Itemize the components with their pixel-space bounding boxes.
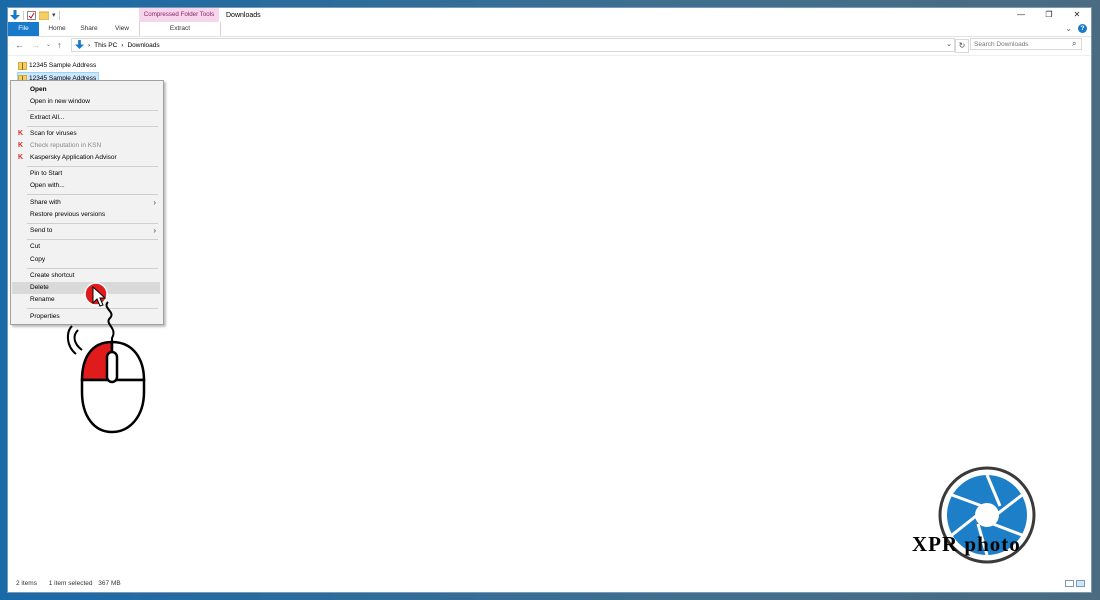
menu-separator bbox=[27, 126, 158, 127]
menu-item-open[interactable]: Open bbox=[12, 84, 160, 96]
new-folder-icon[interactable] bbox=[39, 11, 49, 20]
status-bar: 2 items 1 item selected 367 MB bbox=[16, 578, 131, 590]
properties-icon[interactable] bbox=[27, 10, 36, 20]
menu-separator bbox=[27, 110, 158, 111]
tab-extract[interactable]: Extract bbox=[139, 22, 221, 36]
menu-item-label: Scan for viruses bbox=[30, 130, 77, 137]
down-arrow-icon[interactable] bbox=[10, 9, 20, 21]
downloads-location-icon bbox=[75, 40, 84, 50]
expand-ribbon-icon[interactable]: ⌄ bbox=[1065, 24, 1072, 33]
quick-access-toolbar: ▾ bbox=[10, 9, 63, 21]
tab-view[interactable]: View bbox=[109, 22, 135, 36]
divider bbox=[8, 55, 1091, 56]
menu-item-label: Share with bbox=[30, 199, 61, 206]
zip-folder-icon bbox=[18, 61, 27, 70]
menu-separator bbox=[27, 194, 158, 195]
recent-locations-icon[interactable]: ⌄ bbox=[46, 39, 51, 51]
list-item[interactable]: 12345 Sample Address bbox=[18, 60, 98, 71]
menu-item-label: Kaspersky Application Advisor bbox=[30, 154, 117, 161]
menu-item-share-with[interactable]: Share with › bbox=[12, 197, 160, 209]
menu-item-open-new-window[interactable]: Open in new window bbox=[12, 96, 160, 108]
kaspersky-icon: K bbox=[18, 154, 24, 161]
logo-text: XPR photo bbox=[912, 532, 1021, 556]
minimize-button[interactable]: — bbox=[1007, 8, 1035, 22]
menu-item-check-reputation: K Check reputation in KSN bbox=[12, 140, 160, 152]
tab-file[interactable]: File bbox=[8, 22, 39, 36]
menu-item-kaspersky-advisor[interactable]: K Kaspersky Application Advisor bbox=[12, 152, 160, 164]
restore-button[interactable]: ❐ bbox=[1035, 8, 1063, 22]
menu-separator bbox=[27, 223, 158, 224]
navigation-bar: ← → ⌄ ↑ › This PC › Downloads ⌄ ↻ ⌕ bbox=[8, 37, 1091, 53]
forward-arrow-icon[interactable]: → bbox=[31, 39, 40, 51]
menu-item-scan-viruses[interactable]: K Scan for viruses bbox=[12, 128, 160, 140]
menu-item-restore-versions[interactable]: Restore previous versions bbox=[12, 209, 160, 221]
menu-item-create-shortcut[interactable]: Create shortcut bbox=[12, 270, 160, 282]
details-view-icon[interactable] bbox=[1065, 580, 1074, 587]
breadcrumb-downloads[interactable]: Downloads bbox=[127, 42, 159, 49]
close-button[interactable]: ✕ bbox=[1063, 8, 1091, 22]
window-title: Downloads bbox=[226, 12, 261, 19]
customize-dropdown-icon[interactable]: ▾ bbox=[52, 11, 56, 19]
tab-home[interactable]: Home bbox=[44, 22, 70, 36]
large-icons-view-icon[interactable] bbox=[1076, 580, 1085, 587]
xpr-photo-logo: XPR photo bbox=[908, 466, 1068, 566]
submenu-arrow-icon: › bbox=[153, 198, 156, 207]
title-bar: ▾ Compressed Folder Tools Downloads — ❐ … bbox=[8, 8, 1091, 22]
search-input[interactable] bbox=[970, 38, 1082, 50]
menu-item-label: Check reputation in KSN bbox=[30, 142, 102, 149]
tab-share[interactable]: Share bbox=[76, 22, 102, 36]
address-bar[interactable]: › This PC › Downloads ⌄ bbox=[71, 38, 955, 52]
menu-item-copy[interactable]: Copy bbox=[12, 254, 160, 266]
file-name: 12345 Sample Address bbox=[29, 62, 97, 69]
menu-item-pin-to-start[interactable]: Pin to Start bbox=[12, 168, 160, 180]
menu-item-send-to[interactable]: Send to › bbox=[12, 225, 160, 237]
selection-size: 367 MB bbox=[98, 580, 121, 587]
item-count: 2 items bbox=[16, 580, 37, 587]
submenu-arrow-icon: › bbox=[153, 226, 156, 235]
menu-item-label: Send to bbox=[30, 227, 53, 234]
search-icon[interactable]: ⌕ bbox=[1072, 39, 1076, 49]
help-icon[interactable]: ? bbox=[1078, 24, 1087, 33]
contextual-tab-group-label: Compressed Folder Tools bbox=[139, 8, 219, 22]
menu-item-open-with[interactable]: Open with... bbox=[12, 180, 160, 192]
refresh-icon[interactable]: ↻ bbox=[955, 39, 969, 53]
menu-separator bbox=[27, 268, 158, 269]
menu-separator bbox=[27, 239, 158, 240]
breadcrumb-this-pc[interactable]: This PC bbox=[94, 42, 117, 49]
back-arrow-icon[interactable]: ← bbox=[15, 39, 24, 51]
kaspersky-icon: K bbox=[18, 142, 24, 149]
address-dropdown-icon[interactable]: ⌄ bbox=[946, 39, 952, 51]
up-arrow-icon[interactable]: ↑ bbox=[57, 39, 62, 51]
menu-item-cut[interactable]: Cut bbox=[12, 241, 160, 253]
breadcrumb-separator-icon: › bbox=[88, 41, 91, 49]
kaspersky-icon: K bbox=[18, 130, 24, 137]
menu-separator bbox=[27, 166, 158, 167]
ribbon: File Home Share View Extract ⌄ ? bbox=[8, 22, 1091, 37]
selection-info: 1 item selected bbox=[48, 580, 93, 587]
breadcrumb-separator-icon: › bbox=[121, 41, 124, 49]
menu-item-extract-all[interactable]: Extract All... bbox=[12, 112, 160, 124]
right-click-mouse-icon bbox=[66, 301, 146, 434]
